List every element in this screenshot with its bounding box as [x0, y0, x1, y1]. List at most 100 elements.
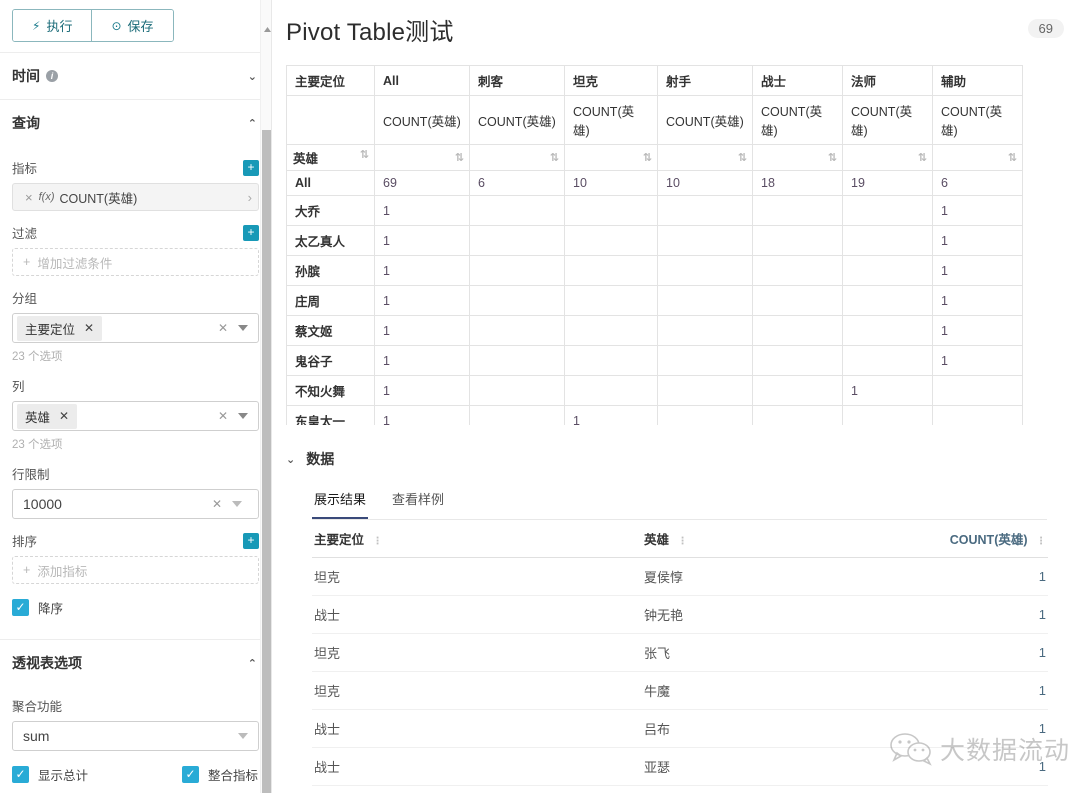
sort-icon[interactable]: ⇅: [918, 151, 927, 164]
pivot-sort-cell[interactable]: ⇅: [657, 144, 753, 171]
pivot-metric-header: COUNT(英雄): [657, 95, 753, 145]
results-cell-hero: 吕布: [642, 709, 912, 748]
pivot-sort-cell[interactable]: ⇅: [374, 144, 470, 171]
checkbox-icon[interactable]: ✓: [182, 766, 200, 783]
tab-show-results[interactable]: 展示结果: [312, 485, 369, 519]
checkbox-label-combine-metrics: 整合指标: [208, 769, 259, 783]
field-filter: 过滤 + + 增加过滤条件: [0, 223, 271, 276]
pivot-cell: [842, 195, 933, 226]
pivot-row-header-hero[interactable]: 英雄 ⇅: [286, 144, 375, 171]
sort-toggle-icon[interactable]: ⋮: [1036, 536, 1046, 547]
row-limit-input[interactable]: 10000 ✕: [12, 489, 259, 519]
checkbox-icon[interactable]: ✓: [12, 766, 29, 783]
chevron-down-icon[interactable]: [238, 325, 248, 331]
section-header-query[interactable]: 查询 ⌃: [0, 99, 271, 146]
chevron-down-icon[interactable]: [238, 413, 248, 419]
sort-icon[interactable]: ⇅: [643, 151, 652, 164]
pivot-metric-header: COUNT(英雄): [752, 95, 843, 145]
column-tag[interactable]: 英雄 ✕: [17, 403, 78, 429]
metric-chip[interactable]: × f(x) COUNT(英雄) ›: [12, 183, 259, 211]
remove-tag-icon[interactable]: ✕: [84, 321, 94, 335]
sort-icon[interactable]: ⇅: [738, 151, 747, 164]
chevron-right-icon[interactable]: ›: [248, 190, 252, 205]
add-sort-dropzone[interactable]: + 添加指标: [12, 556, 259, 584]
column-select[interactable]: 英雄 ✕ ✕: [12, 401, 259, 431]
chevron-down-icon[interactable]: [232, 501, 242, 507]
row-limit-value: 10000: [23, 496, 62, 512]
close-icon[interactable]: ×: [19, 190, 39, 205]
clear-icon[interactable]: ✕: [212, 497, 222, 511]
save-button[interactable]: ⊙ 保存: [91, 10, 173, 41]
scrollbar-thumb[interactable]: [262, 130, 271, 793]
pivot-col-header-marksman[interactable]: 射手: [657, 65, 753, 96]
results-col-count[interactable]: COUNT(英雄) ⋮: [912, 520, 1048, 558]
pivot-col-header-all[interactable]: All: [374, 65, 470, 96]
pivot-cell: 1: [564, 405, 658, 425]
sort-toggle-icon[interactable]: ⋮: [678, 536, 688, 547]
add-filter-dropzone[interactable]: + 增加过滤条件: [12, 248, 259, 276]
pivot-table-row: 太乙真人 1 1: [286, 225, 1023, 256]
pivot-col-header-assassin[interactable]: 刺客: [469, 65, 565, 96]
pivot-sort-cell[interactable]: ⇅: [842, 144, 933, 171]
chevron-down-icon[interactable]: [238, 733, 248, 739]
sort-icon[interactable]: ⇅: [455, 151, 464, 164]
pivot-col-header-tank[interactable]: 坦克: [564, 65, 658, 96]
sort-icon[interactable]: ⇅: [360, 148, 369, 161]
sort-toggle-icon[interactable]: ⋮: [373, 536, 383, 547]
pivot-cell: [657, 345, 753, 376]
info-icon[interactable]: i: [46, 70, 58, 82]
pivot-col-header-warrior[interactable]: 战士: [752, 65, 843, 96]
pivot-cell: [564, 345, 658, 376]
aggregate-select[interactable]: sum: [12, 721, 259, 751]
sort-icon[interactable]: ⇅: [550, 151, 559, 164]
checkbox-label-show-totals: 显示总计: [38, 769, 89, 783]
sort-icon[interactable]: ⇅: [828, 151, 837, 164]
run-button[interactable]: ⚡ 执行: [13, 10, 92, 41]
data-section-header[interactable]: ⌄ 数据: [286, 449, 1080, 469]
pivot-sort-cell[interactable]: ⇅: [564, 144, 658, 171]
sidebar-scrollbar[interactable]: [260, 0, 272, 793]
results-col-role[interactable]: 主要定位 ⋮: [312, 520, 642, 558]
pivot-table-row: All 69 6 10 10 18 19 6: [286, 170, 1023, 196]
group-tag[interactable]: 主要定位 ✕: [17, 315, 103, 341]
main-content: 69 Pivot Table测试 主要定位 All 刺客 坦克 射手 战士 法师…: [272, 0, 1080, 793]
add-metric-button[interactable]: +: [243, 159, 259, 176]
clear-icon[interactable]: ✕: [218, 321, 228, 335]
group-select[interactable]: 主要定位 ✕ ✕: [12, 313, 259, 343]
scroll-up-arrow-icon[interactable]: [263, 26, 272, 33]
tab-view-samples[interactable]: 查看样例: [390, 485, 446, 519]
pivot-sort-row: 英雄 ⇅ ⇅ ⇅ ⇅ ⇅ ⇅ ⇅ ⇅: [286, 144, 1023, 171]
sidebar-toolbar: ⚡ 执行 ⊙ 保存: [0, 0, 271, 52]
pivot-sort-cell[interactable]: ⇅: [932, 144, 1023, 171]
section-header-time[interactable]: 时间 i ⌄: [0, 52, 271, 99]
pivot-corner-header[interactable]: 主要定位: [286, 65, 375, 96]
group-hint: 23 个选项: [12, 351, 63, 363]
checkbox-icon[interactable]: ✓: [12, 599, 29, 616]
pivot-cell: [752, 375, 843, 406]
checkbox-show-totals[interactable]: ✓ 显示总计: [12, 765, 88, 784]
section-header-pivot-options[interactable]: 透视表选项 ⌃: [0, 639, 271, 686]
pivot-sort-cell[interactable]: ⇅: [752, 144, 843, 171]
sort-icon[interactable]: ⇅: [1008, 151, 1017, 164]
remove-tag-icon[interactable]: ✕: [59, 409, 69, 423]
pivot-metric-header: COUNT(英雄): [374, 95, 470, 145]
pivot-col-header-support[interactable]: 辅助: [932, 65, 1023, 96]
pivot-col-header-mage[interactable]: 法师: [842, 65, 933, 96]
group-label: 分组: [12, 292, 38, 306]
pivot-cell: [752, 195, 843, 226]
checkbox-descending[interactable]: ✓ 降序: [0, 598, 271, 617]
clear-icon[interactable]: ✕: [218, 409, 228, 423]
pivot-cell: [564, 375, 658, 406]
add-filter-placeholder: 增加过滤条件: [37, 256, 113, 271]
add-sort-button[interactable]: +: [243, 532, 259, 549]
pivot-cell: [752, 225, 843, 256]
checkbox-combine-metrics[interactable]: ✓ 整合指标: [182, 765, 258, 784]
pivot-cell: 1: [932, 345, 1023, 376]
results-col-hero[interactable]: 英雄 ⋮: [642, 520, 912, 558]
chevron-down-icon: ⌄: [286, 453, 296, 466]
pivot-sort-cell[interactable]: ⇅: [469, 144, 565, 171]
pivot-cell: 10: [657, 170, 753, 196]
add-filter-button[interactable]: +: [243, 224, 259, 241]
pivot-cell: [469, 405, 565, 425]
pivot-row-label: 太乙真人: [286, 225, 375, 256]
